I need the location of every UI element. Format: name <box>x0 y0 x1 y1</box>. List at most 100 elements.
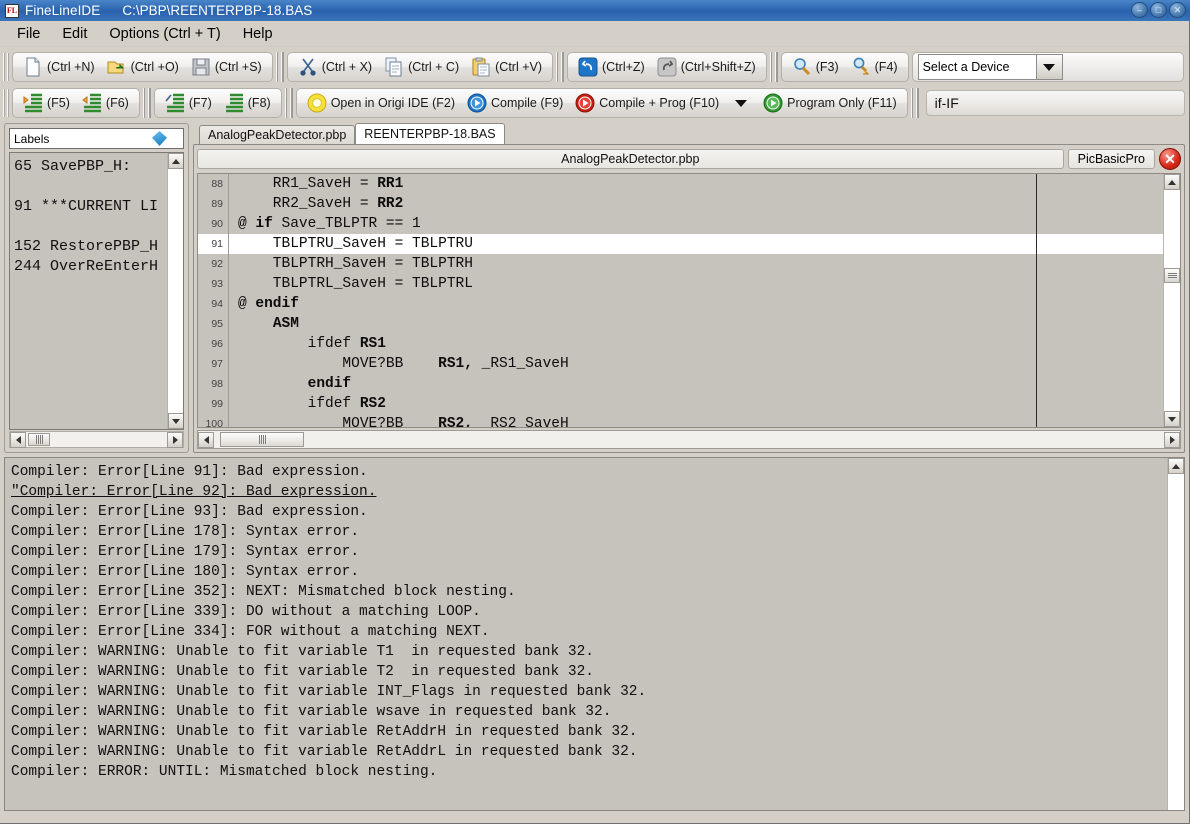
toolbar-separator-grip-4-icon[interactable] <box>143 88 151 118</box>
menu-options[interactable]: Options (Ctrl + T) <box>98 23 231 45</box>
console-line[interactable]: Compiler: WARNING: Unable to fit variabl… <box>11 742 1167 762</box>
console-line[interactable]: Compiler: ERROR: UNTIL: Mismatched block… <box>11 762 1167 782</box>
console-line-selected[interactable]: "Compiler: Error[Line 92]: Bad expressio… <box>11 482 1167 502</box>
console-line[interactable]: Compiler: Error[Line 334]: FOR without a… <box>11 622 1167 642</box>
console-line[interactable]: Compiler: Error[Line 178]: Syntax error. <box>11 522 1167 542</box>
code-horizontal-scrollbar[interactable] <box>197 430 1181 449</box>
language-chip[interactable]: PicBasicPro <box>1068 149 1155 169</box>
menu-edit[interactable]: Edit <box>51 23 98 45</box>
menu-help[interactable]: Help <box>232 23 284 45</box>
code-line[interactable]: 98 endif <box>198 374 1163 394</box>
console-line[interactable]: Compiler: WARNING: Unable to fit variabl… <box>11 722 1167 742</box>
save-file-button[interactable]: (Ctrl +S) <box>185 54 268 80</box>
code-line[interactable]: 97 MOVE?BB RS1, _RS1_SaveH <box>198 354 1163 374</box>
toolbar-separator-grip-3-icon[interactable] <box>770 52 778 82</box>
scroll-down-icon[interactable] <box>168 413 184 429</box>
tab-reenterpbp[interactable]: REENTERPBP-18.BAS <box>355 123 504 144</box>
find-button[interactable]: (F3) <box>786 54 845 80</box>
labels-horizontal-scrollbar[interactable] <box>9 431 184 448</box>
labels-vertical-scrollbar[interactable] <box>167 153 183 429</box>
list-item[interactable]: 91 ***CURRENT LI <box>14 197 183 217</box>
scrollbar-thumb[interactable] <box>220 432 304 447</box>
console-line[interactable]: Compiler: WARNING: Unable to fit variabl… <box>11 662 1167 682</box>
code-line[interactable]: 90 @ if Save_TBLPTR == 1 <box>198 214 1163 234</box>
console-vertical-scrollbar[interactable] <box>1167 458 1184 810</box>
code-line[interactable]: 100 MOVE?BB RS2, _RS2_SaveH <box>198 414 1163 427</box>
scroll-up-icon[interactable] <box>168 153 184 169</box>
tab-analogpeakdetector[interactable]: AnalogPeakDetector.pbp <box>199 125 355 144</box>
console-line[interactable]: Compiler: Error[Line 179]: Syntax error. <box>11 542 1167 562</box>
console-line[interactable]: Compiler: Error[Line 180]: Syntax error. <box>11 562 1167 582</box>
console-line[interactable]: Compiler: Error[Line 339]: DO without a … <box>11 602 1167 622</box>
scrollbar-thumb[interactable] <box>1164 268 1180 283</box>
copy-button[interactable]: (Ctrl + C) <box>378 54 465 80</box>
console-line[interactable]: Compiler: WARNING: Unable to fit variabl… <box>11 682 1167 702</box>
scroll-right-icon[interactable] <box>1164 432 1180 448</box>
toolbar-separator-grip-2-icon[interactable] <box>556 52 564 82</box>
open-in-original-ide-button[interactable]: Open in Origi IDE (F2) <box>301 90 461 116</box>
close-button[interactable]: ✕ <box>1169 2 1186 18</box>
redo-button[interactable]: (Ctrl+Shift+Z) <box>651 54 762 80</box>
toolbar-separator-grip-6-icon[interactable] <box>911 88 919 118</box>
find-next-button[interactable]: (F4) <box>845 54 904 80</box>
build-overflow-button[interactable] <box>725 100 757 107</box>
undo-button[interactable]: (Ctrl+Z) <box>572 54 651 80</box>
code-editor[interactable]: 88 RR1_SaveH = RR1 89 RR2_SaveH = RR2 90 <box>197 173 1181 428</box>
cut-button[interactable]: (Ctrl + X) <box>292 54 378 80</box>
console-line[interactable]: Compiler: Error[Line 93]: Bad expression… <box>11 502 1167 522</box>
console-lines[interactable]: Compiler: Error[Line 91]: Bad expression… <box>5 458 1167 810</box>
open-file-button[interactable]: (Ctrl +O) <box>101 54 185 80</box>
code-line[interactable]: 95 ASM <box>198 314 1163 334</box>
scrollbar-thumb[interactable] <box>28 433 50 446</box>
editor-path-field[interactable]: AnalogPeakDetector.pbp <box>197 149 1064 169</box>
code-line[interactable]: 99 ifdef RS2 <box>198 394 1163 414</box>
uncomment-block-button[interactable]: (F8) <box>218 90 277 116</box>
labels-list[interactable]: 65 SavePBP_H: 91 ***CURRENT LI 152 Resto… <box>9 152 184 430</box>
code-line[interactable]: 89 RR2_SaveH = RR2 <box>198 194 1163 214</box>
scroll-down-icon[interactable] <box>1164 411 1180 427</box>
code-line[interactable]: 94 @ endif <box>198 294 1163 314</box>
console-line[interactable]: Compiler: Error[Line 91]: Bad expression… <box>11 462 1167 482</box>
comment-block-button[interactable]: (F7) <box>159 90 218 116</box>
scroll-up-icon[interactable] <box>1168 458 1184 474</box>
list-item[interactable]: 244 OverReEnterH <box>14 257 183 277</box>
scroll-left-icon[interactable] <box>198 432 214 448</box>
program-only-button[interactable]: Program Only (F11) <box>757 90 903 116</box>
code-line[interactable]: 96 ifdef RS1 <box>198 334 1163 354</box>
new-file-button[interactable]: (Ctrl +N) <box>17 54 101 80</box>
toolbar-grip-2-icon[interactable] <box>3 89 10 117</box>
paste-button[interactable]: (Ctrl +V) <box>465 54 548 80</box>
status-input[interactable]: if-IF <box>926 90 1185 116</box>
code-line[interactable]: 88 RR1_SaveH = RR1 <box>198 174 1163 194</box>
toolbar-separator-grip-5-icon[interactable] <box>285 88 293 118</box>
indent-left-button[interactable]: (F6) <box>76 90 135 116</box>
scroll-up-icon[interactable] <box>1164 174 1180 190</box>
maximize-button[interactable]: □ <box>1150 2 1167 18</box>
labels-selector-combo[interactable]: Labels <box>9 128 184 149</box>
console-line[interactable]: Compiler: WARNING: Unable to fit variabl… <box>11 642 1167 662</box>
code-line-current[interactable]: 91 TBLPTRU_SaveH = TBLPTRU <box>198 234 1163 254</box>
chevron-down-icon[interactable] <box>1036 55 1062 79</box>
list-item[interactable]: 152 RestorePBP_H <box>14 237 183 257</box>
console-line[interactable]: Compiler: WARNING: Unable to fit variabl… <box>11 702 1167 722</box>
scroll-left-icon[interactable] <box>10 432 26 448</box>
code-line[interactable]: 92 TBLPTRH_SaveH = TBLPTRH <box>198 254 1163 274</box>
list-item[interactable]: 65 SavePBP_H: <box>14 157 183 177</box>
compile-and-program-button[interactable]: Compile + Prog (F10) <box>569 90 725 116</box>
toolbar-separator-grip-icon[interactable] <box>276 52 284 82</box>
minimize-button[interactable]: – <box>1131 2 1148 18</box>
diamond-dropdown-icon[interactable] <box>152 131 167 146</box>
scroll-right-icon[interactable] <box>167 432 183 448</box>
toolbar-grip-icon[interactable] <box>3 53 10 81</box>
menu-file[interactable]: File <box>6 23 51 45</box>
device-combo[interactable]: Select a Device <box>918 54 1063 80</box>
console-line[interactable]: Compiler: Error[Line 352]: NEXT: Mismatc… <box>11 582 1167 602</box>
close-circle-icon[interactable]: ✕ <box>1159 148 1181 170</box>
indent-right-button[interactable]: (F5) <box>17 90 76 116</box>
code-lines[interactable]: 88 RR1_SaveH = RR1 89 RR2_SaveH = RR2 90 <box>198 174 1163 427</box>
compiler-output-console[interactable]: Compiler: Error[Line 91]: Bad expression… <box>4 457 1185 811</box>
undo-arrow-icon <box>578 57 598 77</box>
code-line[interactable]: 93 TBLPTRL_SaveH = TBLPTRL <box>198 274 1163 294</box>
compile-button[interactable]: Compile (F9) <box>461 90 569 116</box>
code-vertical-scrollbar[interactable] <box>1163 174 1180 427</box>
